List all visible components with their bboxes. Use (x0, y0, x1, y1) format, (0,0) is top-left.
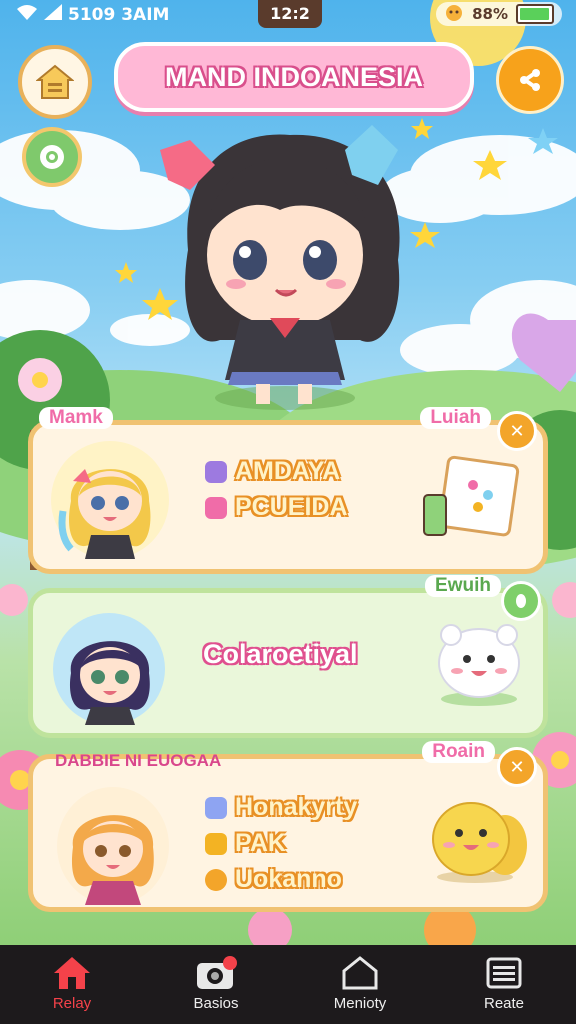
nav-item-menioty[interactable]: Menioty (288, 945, 432, 1024)
page-title: MAND INDOANESIA (114, 42, 474, 112)
card-tag: Mamk (39, 407, 113, 429)
list-item: PAK (205, 829, 286, 858)
house-outline-icon (342, 956, 378, 990)
pet-icon (444, 2, 464, 26)
check-icon (205, 832, 227, 855)
nav-item-reate[interactable]: Reate (432, 945, 576, 1024)
avatar (53, 613, 165, 725)
status-time: 12:2 (258, 0, 322, 28)
home-button[interactable] (18, 45, 92, 119)
list-item: PCUEIDA (205, 493, 348, 522)
card-tag: DABBIE NI EUOGAA (55, 751, 222, 770)
list-item: Uokanno (205, 865, 342, 894)
heart-icon (205, 496, 227, 519)
leaf-icon (516, 594, 526, 608)
status-bar: 5109 3AIM 12:2 88% (0, 0, 576, 30)
item-label: Honakyrty (235, 793, 358, 821)
card-side-tag: Ewuih (425, 575, 501, 597)
battery-text: 88% (472, 5, 508, 23)
status-left: 5109 3AIM (16, 4, 169, 25)
avatar (51, 441, 169, 559)
gear-icon (40, 145, 64, 169)
close-button[interactable]: ✕ (497, 411, 537, 451)
close-icon: ✕ (509, 420, 525, 442)
picture-board-icon (418, 455, 528, 549)
battery-icon (516, 4, 554, 24)
flower-bullet-icon (205, 868, 227, 891)
yellow-pet-icon (425, 785, 535, 889)
nav-label: Reate (483, 995, 525, 1012)
item-label: PAK (235, 829, 286, 857)
dark-hair-girl-icon (69, 641, 150, 725)
avatar (57, 787, 169, 905)
heart-icon (205, 460, 227, 483)
orange-hair-girl-icon (71, 815, 154, 905)
settings-button[interactable] (22, 127, 82, 187)
menu-icon (486, 957, 522, 989)
item-label: Colaroetiyal (203, 639, 358, 669)
nav-item-relay[interactable]: Relay (0, 945, 144, 1024)
character-card-2[interactable]: Ewuih Colaroetiyal (28, 575, 548, 738)
nav-item-basios[interactable]: Basios (144, 945, 288, 1024)
list-item: Honakyrty (205, 793, 357, 822)
close-icon: ✕ (509, 756, 525, 778)
wifi-icon (16, 4, 38, 25)
house-icon (36, 64, 74, 99)
list-item: Colaroetiyal (203, 639, 358, 670)
list-item: AMDAYA (205, 457, 340, 486)
home-icon (54, 957, 90, 989)
character-card-1[interactable]: Mamk Luiah ✕ AMDAYA PCUEIDA (28, 407, 548, 574)
close-button[interactable]: ✕ (497, 747, 537, 787)
main-character (160, 125, 400, 410)
leaf-button[interactable] (501, 581, 541, 621)
share-button[interactable] (496, 46, 564, 114)
item-label: Uokanno (235, 865, 342, 893)
bottom-nav: Relay Basios Menioty Reate (0, 945, 576, 1024)
item-label: PCUEIDA (235, 493, 348, 521)
nav-label: Relay (52, 995, 92, 1012)
battery-fill (520, 8, 549, 20)
nav-label: Basios (193, 995, 239, 1012)
signal-icon (44, 4, 62, 25)
nav-label: Menioty (333, 995, 387, 1012)
item-label: AMDAYA (235, 457, 341, 485)
character-card-3[interactable]: DABBIE NI EUOGAA Roain ✕ Honakyrty PAK U… (28, 741, 548, 912)
share-icon (520, 69, 540, 91)
white-pet-icon (431, 617, 527, 711)
card-side-tag: Luiah (420, 407, 491, 429)
camera-icon (197, 956, 237, 989)
square-icon (205, 796, 227, 819)
blonde-girl-icon (58, 469, 151, 559)
status-left-text: 5109 3AIM (68, 4, 170, 25)
card-side-tag: Roain (422, 741, 495, 763)
status-right: 88% (436, 2, 562, 26)
